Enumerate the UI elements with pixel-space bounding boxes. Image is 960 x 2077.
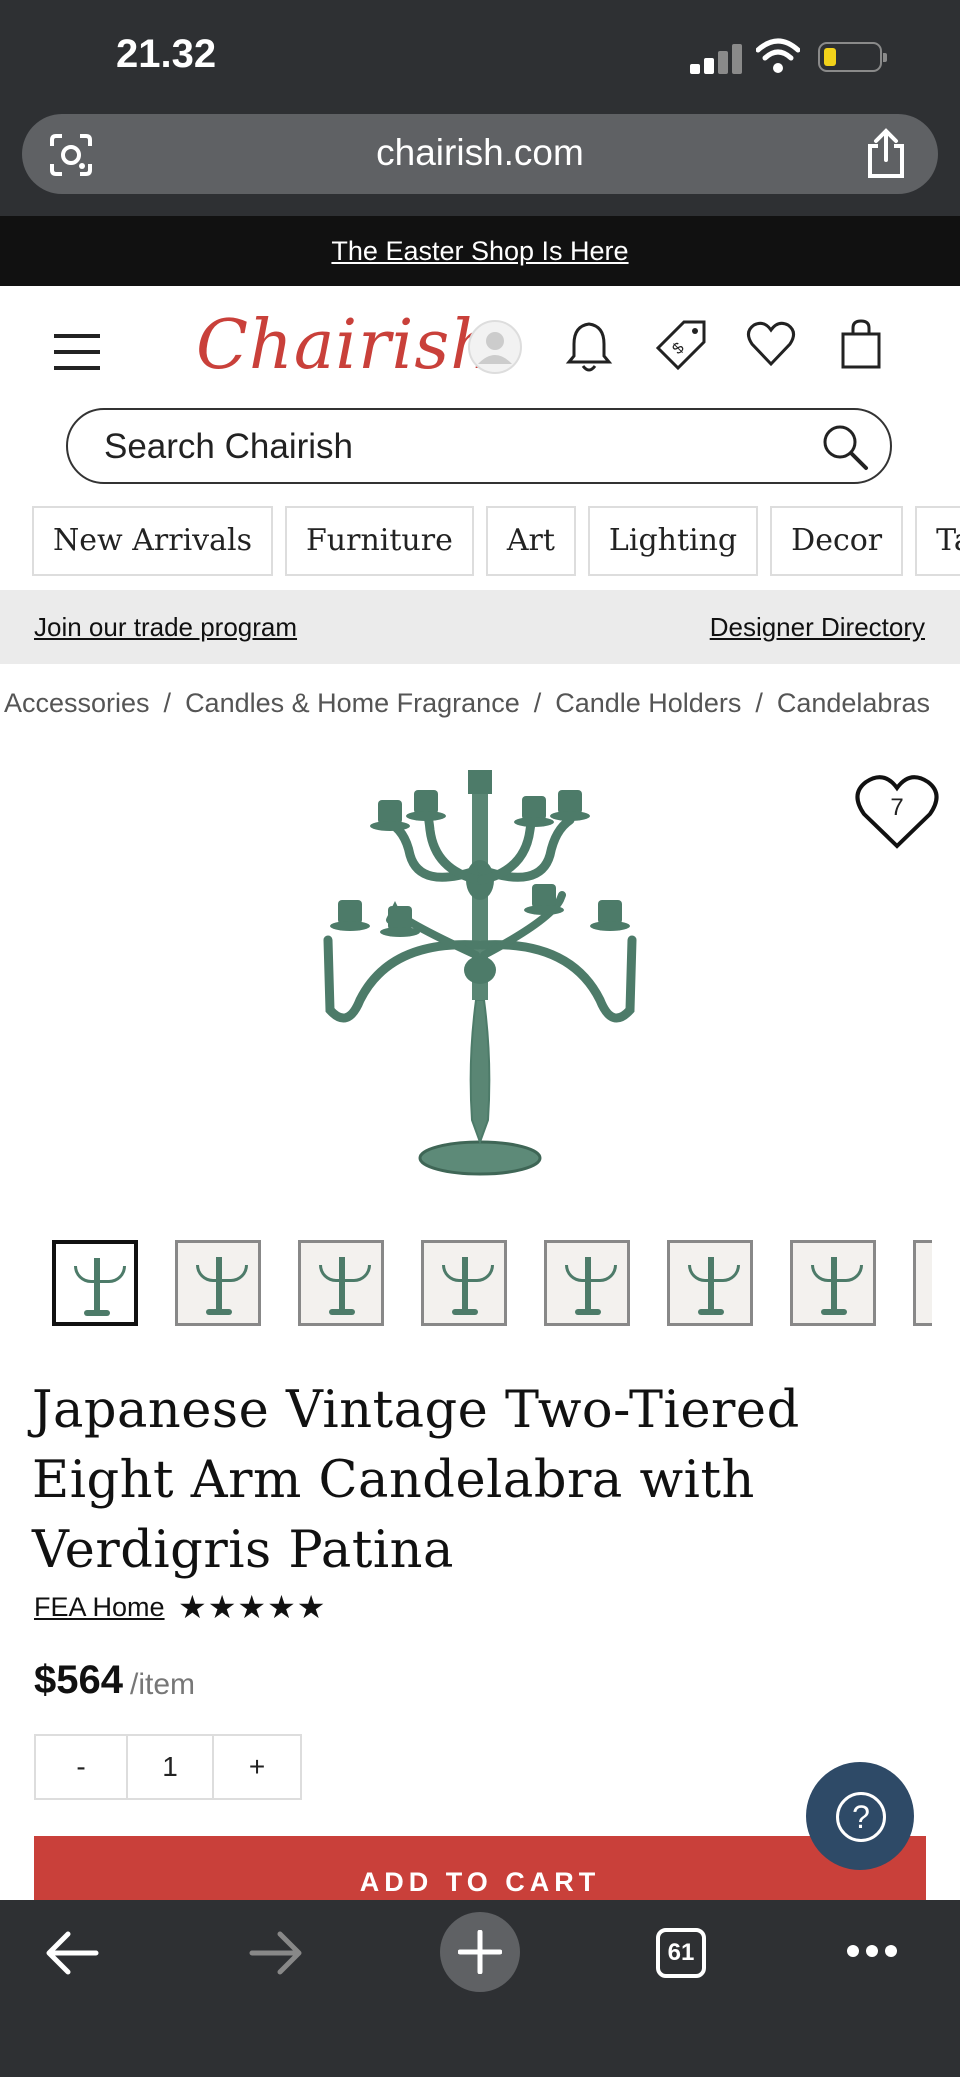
- browser-toolbar: 61: [0, 1900, 960, 2077]
- address-bar[interactable]: chairish.com: [22, 114, 938, 194]
- plus-icon: [458, 1930, 502, 1974]
- account-icon[interactable]: [466, 318, 524, 376]
- designer-directory-link[interactable]: Designer Directory: [710, 612, 925, 643]
- category-decor[interactable]: Decor: [770, 506, 904, 576]
- svg-text:$: $: [669, 340, 687, 358]
- breadcrumb-separator: /: [533, 688, 542, 718]
- promo-banner: The Easter Shop Is Here: [0, 216, 960, 286]
- signal-icon: [690, 44, 744, 74]
- thumbnail[interactable]: [544, 1240, 630, 1326]
- more-icon[interactable]: [846, 1944, 898, 1958]
- quantity-stepper: - 1 +: [34, 1734, 302, 1800]
- help-button[interactable]: ?: [806, 1762, 914, 1870]
- breadcrumb-separator: /: [163, 688, 172, 718]
- category-nav: New ArrivalsFurnitureArtLightingDecorTab…: [32, 506, 960, 580]
- price-tag-icon[interactable]: $: [654, 318, 708, 372]
- tabs-button[interactable]: 61: [656, 1928, 706, 1978]
- thumbnail[interactable]: [298, 1240, 384, 1326]
- category-furniture[interactable]: Furniture: [284, 506, 474, 576]
- quantity-increase-button[interactable]: +: [214, 1736, 300, 1798]
- category-lighting[interactable]: Lighting: [587, 506, 759, 576]
- search-icon[interactable]: [820, 422, 870, 472]
- favorite-count: 7: [890, 794, 904, 821]
- thumbnail[interactable]: [913, 1240, 932, 1326]
- battery-icon: [818, 42, 887, 72]
- quantity-decrease-button[interactable]: -: [36, 1736, 128, 1798]
- thumbnail[interactable]: [790, 1240, 876, 1326]
- wifi-icon: [756, 38, 800, 73]
- search-bar[interactable]: [66, 408, 892, 484]
- product-image[interactable]: [300, 760, 660, 1190]
- shopping-bag-icon[interactable]: [840, 318, 882, 370]
- browser-chrome: 21.32 chairish.com: [0, 0, 960, 216]
- back-icon[interactable]: [44, 1930, 100, 1976]
- breadcrumb: Accessories / Candles & Home Fragrance / Can…: [0, 688, 960, 728]
- breadcrumb-candle-holders[interactable]: Candle Holders: [555, 688, 741, 718]
- quantity-value[interactable]: 1: [128, 1736, 214, 1798]
- category-tableware[interactable]: Tabl: [915, 506, 960, 576]
- new-tab-button[interactable]: [440, 1912, 520, 1992]
- category-art[interactable]: Art: [485, 506, 576, 576]
- site-logo[interactable]: Chairish: [196, 306, 495, 385]
- thumbnail[interactable]: [175, 1240, 261, 1326]
- search-input[interactable]: [102, 420, 766, 474]
- heart-icon[interactable]: [746, 320, 796, 368]
- product-title: Japanese Vintage Two-Tiered Eight Arm Ca…: [32, 1381, 800, 1580]
- product-price: $564: [34, 1658, 123, 1702]
- breadcrumb-separator: /: [755, 688, 763, 718]
- breadcrumb-candelabras[interactable]: Candelabras: [777, 688, 930, 718]
- thumbnail[interactable]: [667, 1240, 753, 1326]
- price-unit: /item: [130, 1668, 196, 1701]
- add-to-cart-button[interactable]: ADD TO CART: [34, 1836, 926, 1900]
- status-time: 21.32: [116, 32, 217, 76]
- rating-stars[interactable]: ★★★★★: [178, 1588, 326, 1626]
- menu-icon[interactable]: [54, 334, 100, 370]
- promo-link[interactable]: The Easter Shop Is Here: [331, 236, 628, 266]
- breadcrumb-accessories[interactable]: Accessories: [4, 688, 150, 718]
- seller-link[interactable]: FEA Home: [34, 1592, 165, 1623]
- share-icon[interactable]: [864, 128, 908, 180]
- forward-icon[interactable]: [248, 1930, 304, 1976]
- url-text[interactable]: chairish.com: [22, 132, 938, 174]
- category-new-arrivals[interactable]: New Arrivals: [32, 506, 273, 576]
- thumbnail-strip: [52, 1240, 932, 1326]
- bell-icon[interactable]: [564, 318, 614, 374]
- thumbnail[interactable]: [421, 1240, 507, 1326]
- thumbnail[interactable]: [52, 1240, 138, 1326]
- join-trade-link[interactable]: Join our trade program: [34, 612, 297, 643]
- breadcrumb-candles[interactable]: Candles & Home Fragrance: [185, 688, 520, 718]
- question-icon: ?: [836, 1792, 886, 1842]
- trade-bar: Join our trade program Designer Director…: [0, 590, 960, 664]
- favorite-button[interactable]: 7: [854, 772, 940, 852]
